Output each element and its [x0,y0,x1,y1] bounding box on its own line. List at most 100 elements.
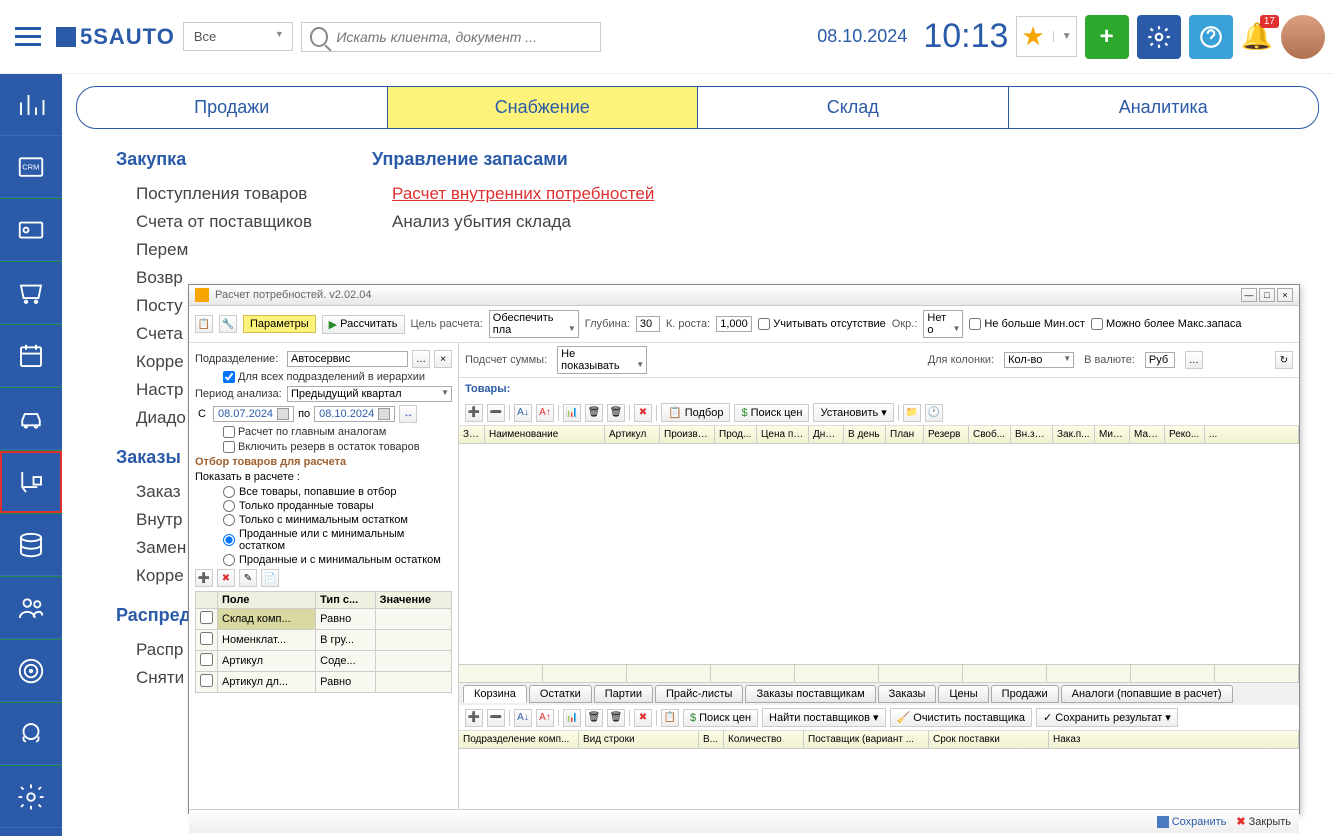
menu-item[interactable]: Анализ убытия склада [372,208,654,236]
sidebar-item-users[interactable] [0,577,62,639]
lower-btn[interactable]: 📊 [563,709,581,727]
save-result-button[interactable]: ✓Сохранить результат ▾ [1036,708,1178,727]
sidebar-item-clients[interactable] [0,199,62,261]
calculate-button[interactable]: ▶Рассчитать [322,315,405,334]
tab-analytics[interactable]: Аналитика [1009,87,1319,128]
subdivision-clear-button[interactable]: × [434,350,452,368]
menu-item-internal-needs[interactable]: Расчет внутренних потребностей [372,180,654,208]
tab-analogs[interactable]: Аналоги (попавшие в расчет) [1061,685,1233,703]
include-reserve-check[interactable]: Включить резерв в остаток товаров [223,441,420,453]
help-button[interactable] [1189,15,1233,59]
calc-analogs-check[interactable]: Расчет по главным аналогам [223,426,386,438]
selection-button[interactable]: 📋Подбор [661,403,730,422]
grid-btn[interactable]: A↓ [514,404,532,422]
round-select[interactable]: Нет о [923,310,963,338]
tab-supply[interactable]: Снабжение [388,87,699,128]
tab-prices[interactable]: Цены [938,685,988,703]
price-search-button[interactable]: $Поиск цен [734,404,809,422]
sidebar-item-support[interactable] [0,703,62,765]
filter-cell[interactable]: Склад комп... [218,609,316,630]
grid-btn[interactable]: 📁 [903,404,921,422]
column-select[interactable]: Кол-во [1004,352,1074,368]
col-min[interactable]: Мин... [1095,426,1130,443]
lower-btn[interactable]: 🗑 [585,709,603,727]
can-more-max-check[interactable]: Можно более Макс.запаса [1091,318,1242,330]
lower-btn[interactable]: A↓ [514,709,532,727]
subdivision-browse-button[interactable]: … [412,350,430,368]
radio-min[interactable]: Только с минимальным остатком [223,514,452,526]
tab-orders[interactable]: Заказы [878,685,937,703]
copy-filter-button[interactable]: 📄 [261,569,279,587]
col-supplier[interactable]: Поставщик (вариант ... [804,731,929,748]
col-rest[interactable]: ... [1205,426,1299,443]
lower-btn[interactable]: ➕ [465,709,483,727]
settings-button[interactable] [1137,15,1181,59]
minimize-button[interactable]: — [1241,288,1257,302]
lower-btn[interactable]: ➖ [487,709,505,727]
sidebar-item-crm[interactable]: CRM [0,136,62,198]
goal-select[interactable]: Обеспечить пла [489,310,579,338]
remove-filter-button[interactable]: ✖ [217,569,235,587]
maximize-button[interactable]: □ [1259,288,1275,302]
col-price[interactable]: Цена пр... [757,426,809,443]
col-order[interactable]: Наказ [1049,731,1299,748]
clear-supplier-button[interactable]: 🧹Очистить поставщика [890,708,1032,727]
add-button[interactable]: + [1085,15,1129,59]
col-max[interactable]: Мак... [1130,426,1165,443]
sidebar-item-cart[interactable] [0,262,62,324]
col-name[interactable]: Наименование [485,426,605,443]
tab-sales[interactable]: Продажи [77,87,388,128]
notifications-button[interactable]: 🔔17 [1241,21,1273,52]
col-purchase[interactable]: Зак.п... [1053,426,1095,443]
col-perday[interactable]: В день [844,426,886,443]
col-article[interactable]: Артикул [605,426,660,443]
grid-btn[interactable]: ➖ [487,404,505,422]
col-v[interactable]: В... [699,731,724,748]
sum-select[interactable]: Не показывать [557,346,647,374]
tab-warehouse[interactable]: Склад [698,87,1009,128]
tab-supplier-orders[interactable]: Заказы поставщикам [745,685,875,703]
tool-icon-2[interactable]: 🔧 [219,315,237,333]
radio-all[interactable]: Все товары, попавшие в отбор [223,486,452,498]
lower-btn[interactable]: 📋 [661,709,679,727]
date-from[interactable]: 08.07.2024 [213,406,294,422]
parameters-button[interactable]: Параметры [243,315,316,333]
depth-input[interactable]: 30 [636,316,660,332]
user-avatar[interactable] [1281,15,1325,59]
grid-btn[interactable]: 🕐 [925,404,943,422]
growth-input[interactable]: 1,000 [716,316,752,332]
tab-remains[interactable]: Остатки [529,685,592,703]
tab-pricelists[interactable]: Прайс-листы [655,685,743,703]
col-field[interactable]: Поле [218,592,316,609]
col-sold[interactable]: Прод... [715,426,757,443]
search-input[interactable] [336,29,592,45]
sidebar-item-target[interactable] [0,640,62,702]
tab-basket[interactable]: Корзина [463,685,527,703]
find-suppliers-button[interactable]: Найти поставщиков ▾ [762,708,886,727]
col-rowtype[interactable]: Вид строки [579,731,699,748]
lower-btn[interactable]: ✖ [634,709,652,727]
not-more-min-check[interactable]: Не больше Мин.ост [969,318,1085,330]
add-filter-button[interactable]: ➕ [195,569,213,587]
filter-cell[interactable]: Артикул дл... [218,672,316,693]
sidebar-item-calendar[interactable] [0,325,62,387]
col-manuf[interactable]: Произво... [660,426,715,443]
col-reserve[interactable]: Резерв [924,426,969,443]
grid-btn[interactable]: 🗑 [585,404,603,422]
period-select[interactable]: Предыдущий квартал [287,386,452,402]
save-button[interactable]: Сохранить [1157,816,1227,828]
col-days[interactable]: Дне... [809,426,844,443]
sidebar-item-database[interactable] [0,514,62,576]
grid-btn[interactable]: 📊 [563,404,581,422]
currency-input[interactable]: Руб [1145,352,1175,368]
sidebar-item-car[interactable] [0,388,62,450]
col-value[interactable]: Значение [375,592,451,609]
tool-icon-1[interactable]: 📋 [195,315,213,333]
col-rec[interactable]: Реко... [1165,426,1205,443]
col-intorder[interactable]: Вн.за... [1011,426,1053,443]
grid-btn[interactable]: A↑ [536,404,554,422]
filter-cell[interactable]: Номенклат... [218,630,316,651]
subdivision-input[interactable]: Автосервис [287,351,408,367]
filter-cell[interactable]: Артикул [218,651,316,672]
date-swap-button[interactable]: ↔ [399,405,417,423]
